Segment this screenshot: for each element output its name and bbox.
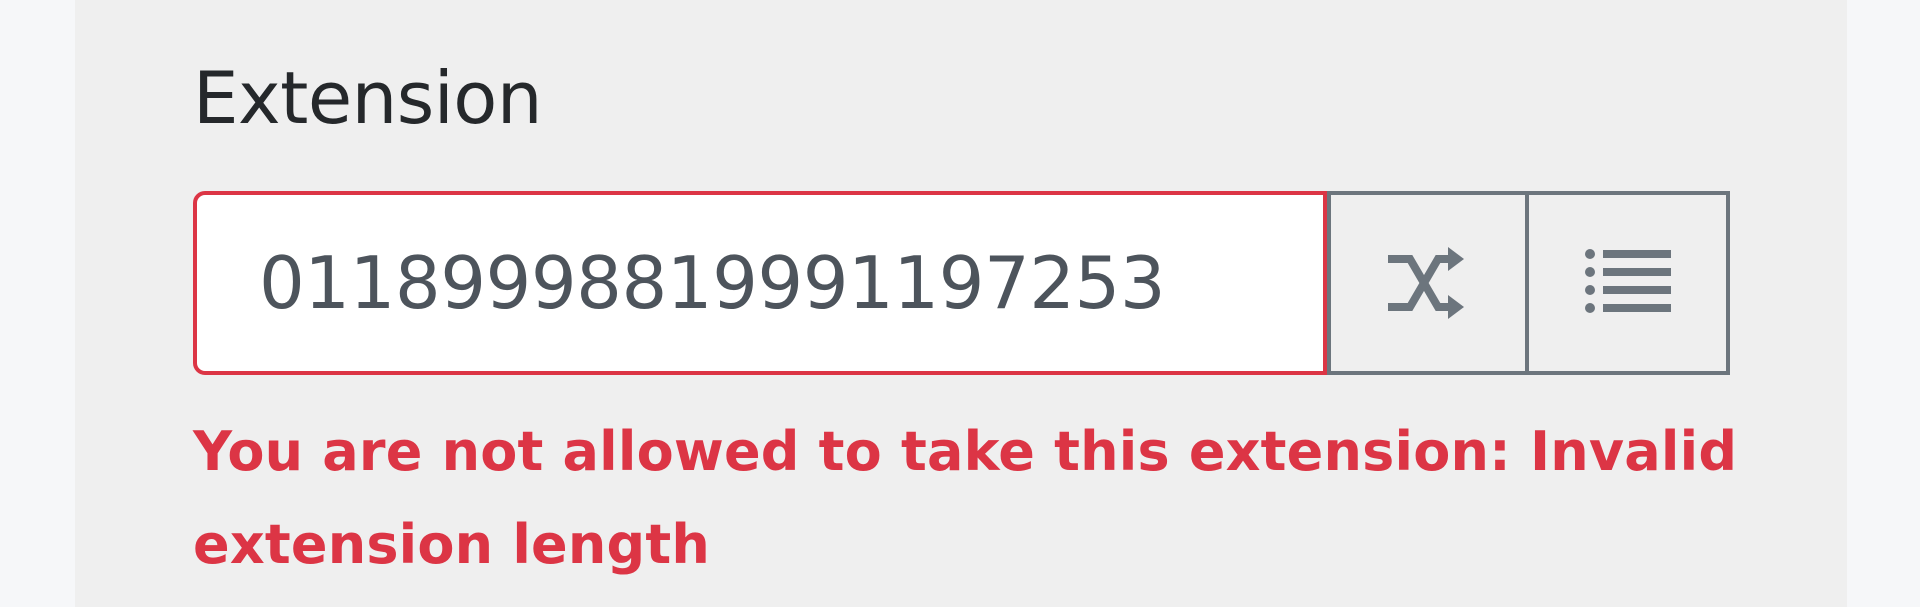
extension-label: Extension bbox=[193, 56, 542, 140]
extension-input[interactable] bbox=[193, 191, 1327, 375]
extension-input-group bbox=[193, 191, 1730, 375]
randomize-extension-button[interactable] bbox=[1327, 191, 1529, 375]
extension-list-button[interactable] bbox=[1529, 191, 1730, 375]
shuffle-icon bbox=[1386, 241, 1470, 325]
extension-form-panel: Extension 01189998819991197253 You are n… bbox=[75, 0, 1847, 607]
list-icon bbox=[1584, 247, 1671, 319]
extension-error-message: You are not allowed to take this extensi… bbox=[193, 420, 1738, 576]
